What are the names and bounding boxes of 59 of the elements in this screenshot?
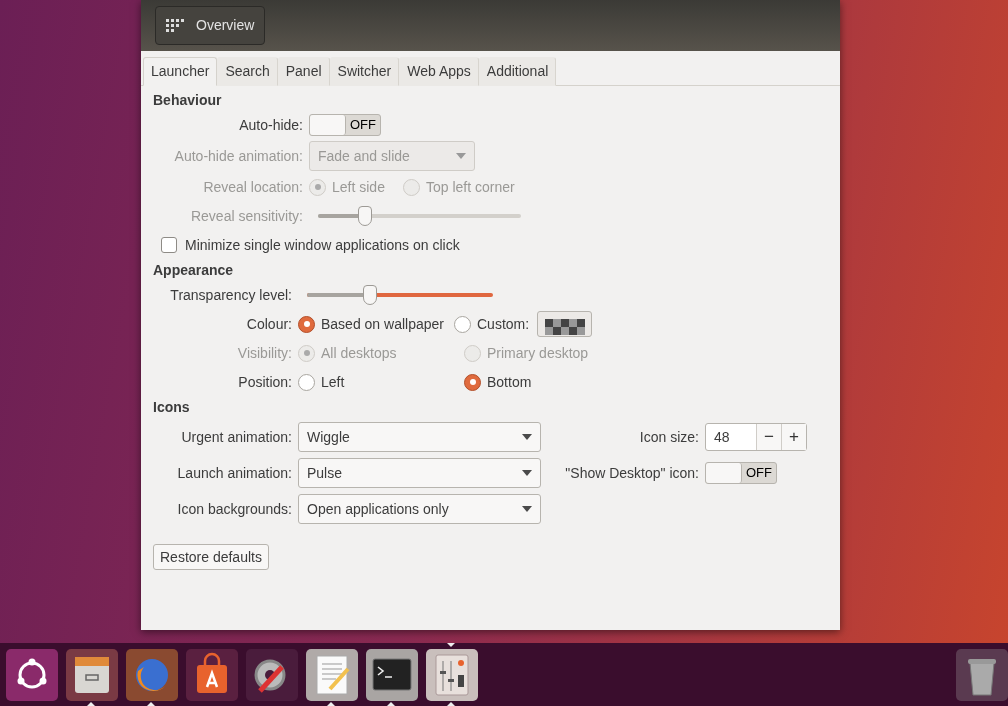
running-indicator [447,702,455,706]
field-label: Icon backgrounds: [176,499,293,519]
section-title: Icons [153,398,191,416]
field-label: Urgent animation: [180,427,293,447]
radio-button[interactable] [298,373,315,391]
field-label: Position: [237,372,293,392]
caret-icon [522,470,532,476]
radio-label: Primary desktop [487,343,589,363]
section-title: Behaviour [153,91,223,109]
tab[interactable]: Search [217,57,278,86]
overview-button[interactable]: Overview [155,6,266,45]
running-indicator [327,702,335,706]
radio-label: Based on wallpaper [321,314,444,334]
number-field[interactable]: 48 − + [705,423,807,451]
dropdown[interactable]: Open applications only [298,494,541,524]
dropdown[interactable]: Pulse [298,458,541,488]
dropdown[interactable]: Wiggle [298,422,541,452]
tab[interactable]: Launcher [143,57,218,86]
field-label: Auto-hide animation: [173,146,304,166]
decrement-button[interactable]: − [756,424,781,450]
running-indicator [387,702,395,706]
focus-indicator [447,643,455,647]
radio-label: All desktops [321,343,397,363]
launcher-item[interactable] [426,643,478,706]
radio-button[interactable] [454,315,471,333]
tab[interactable]: Additional [478,57,557,86]
field-label: Reveal location: [202,177,304,197]
field-label: "Show Desktop" icon: [564,463,700,483]
tab[interactable]: Web Apps [399,57,479,86]
field-label: Auto-hide: [238,115,304,135]
section-title: Appearance [153,261,235,279]
field-label: Icon size: [638,427,700,447]
radio-label: Left [321,372,345,392]
radio-button[interactable] [464,373,481,391]
checkbox-label: Minimize single window applications on click [185,235,460,255]
caret-icon [522,434,532,440]
colour-swatch-button[interactable] [537,311,593,337]
running-indicator [87,702,95,706]
tab[interactable]: Panel [277,57,330,86]
checker-icon [544,319,585,336]
field-label: Visibility: [236,343,293,363]
field-label: Colour: [245,314,293,334]
toggle-switch[interactable]: OFF [705,462,777,484]
field-label: Launch animation: [176,463,293,483]
radio-label: Top left corner [426,177,515,197]
tab[interactable]: Switcher [329,57,400,86]
restore-defaults-button[interactable]: Restore defaults [153,544,269,570]
caret-icon [456,153,466,159]
radio-label: Custom: [477,314,530,334]
caret-icon [522,506,532,512]
radio-label: Bottom [487,372,532,392]
field-label: Transparency level: [169,285,293,305]
toggle-switch[interactable]: OFF [309,114,381,136]
checkbox[interactable] [161,237,177,253]
field-label: Reveal sensitivity: [189,206,304,226]
radio-label: Left side [332,177,385,197]
running-indicator [147,702,155,706]
increment-button[interactable]: + [781,424,806,450]
radio-button[interactable] [298,315,315,333]
